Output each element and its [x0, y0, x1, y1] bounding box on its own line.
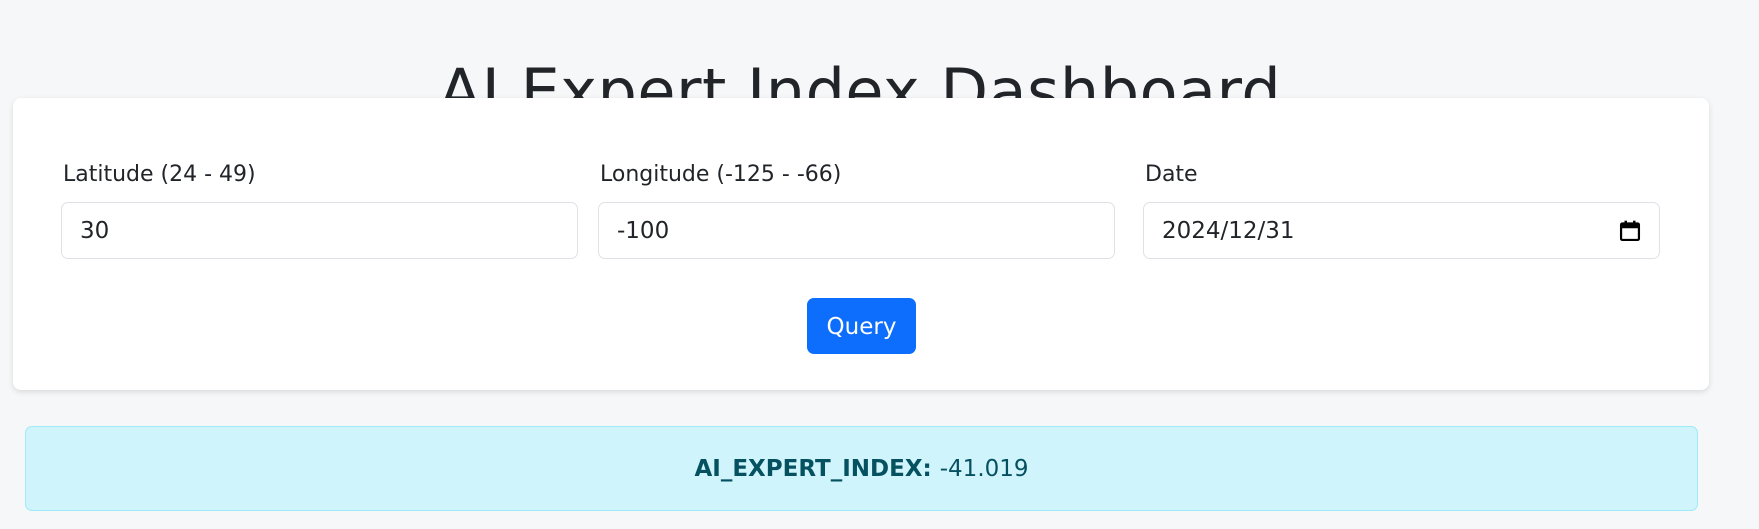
longitude-value: -100: [617, 217, 670, 244]
result-alert: AI_EXPERT_INDEX: -41.019: [25, 426, 1698, 511]
query-button[interactable]: Query: [807, 298, 916, 354]
date-label: Date: [1145, 162, 1198, 187]
query-form-card: Latitude (24 - 49) 30 Longitude (-125 - …: [13, 98, 1709, 390]
longitude-label: Longitude (-125 - -66): [600, 162, 842, 187]
date-input[interactable]: 2024/12/31: [1143, 202, 1660, 259]
latitude-label: Latitude (24 - 49): [63, 162, 256, 187]
longitude-field-group: Longitude (-125 - -66) -100: [598, 160, 1115, 259]
date-value: 2024/12/31: [1162, 217, 1295, 244]
latitude-value: 30: [80, 217, 110, 244]
latitude-field-group: Latitude (24 - 49) 30: [61, 160, 578, 259]
result-label: AI_EXPERT_INDEX:: [694, 455, 932, 482]
latitude-input[interactable]: 30: [61, 202, 578, 259]
calendar-icon[interactable]: [1619, 220, 1641, 242]
result-value: -41.019: [939, 455, 1029, 482]
date-field-group: Date 2024/12/31: [1143, 160, 1660, 259]
longitude-input[interactable]: -100: [598, 202, 1115, 259]
dashboard-page: AI Expert Index Dashboard Latitude (24 -…: [0, 0, 1759, 529]
